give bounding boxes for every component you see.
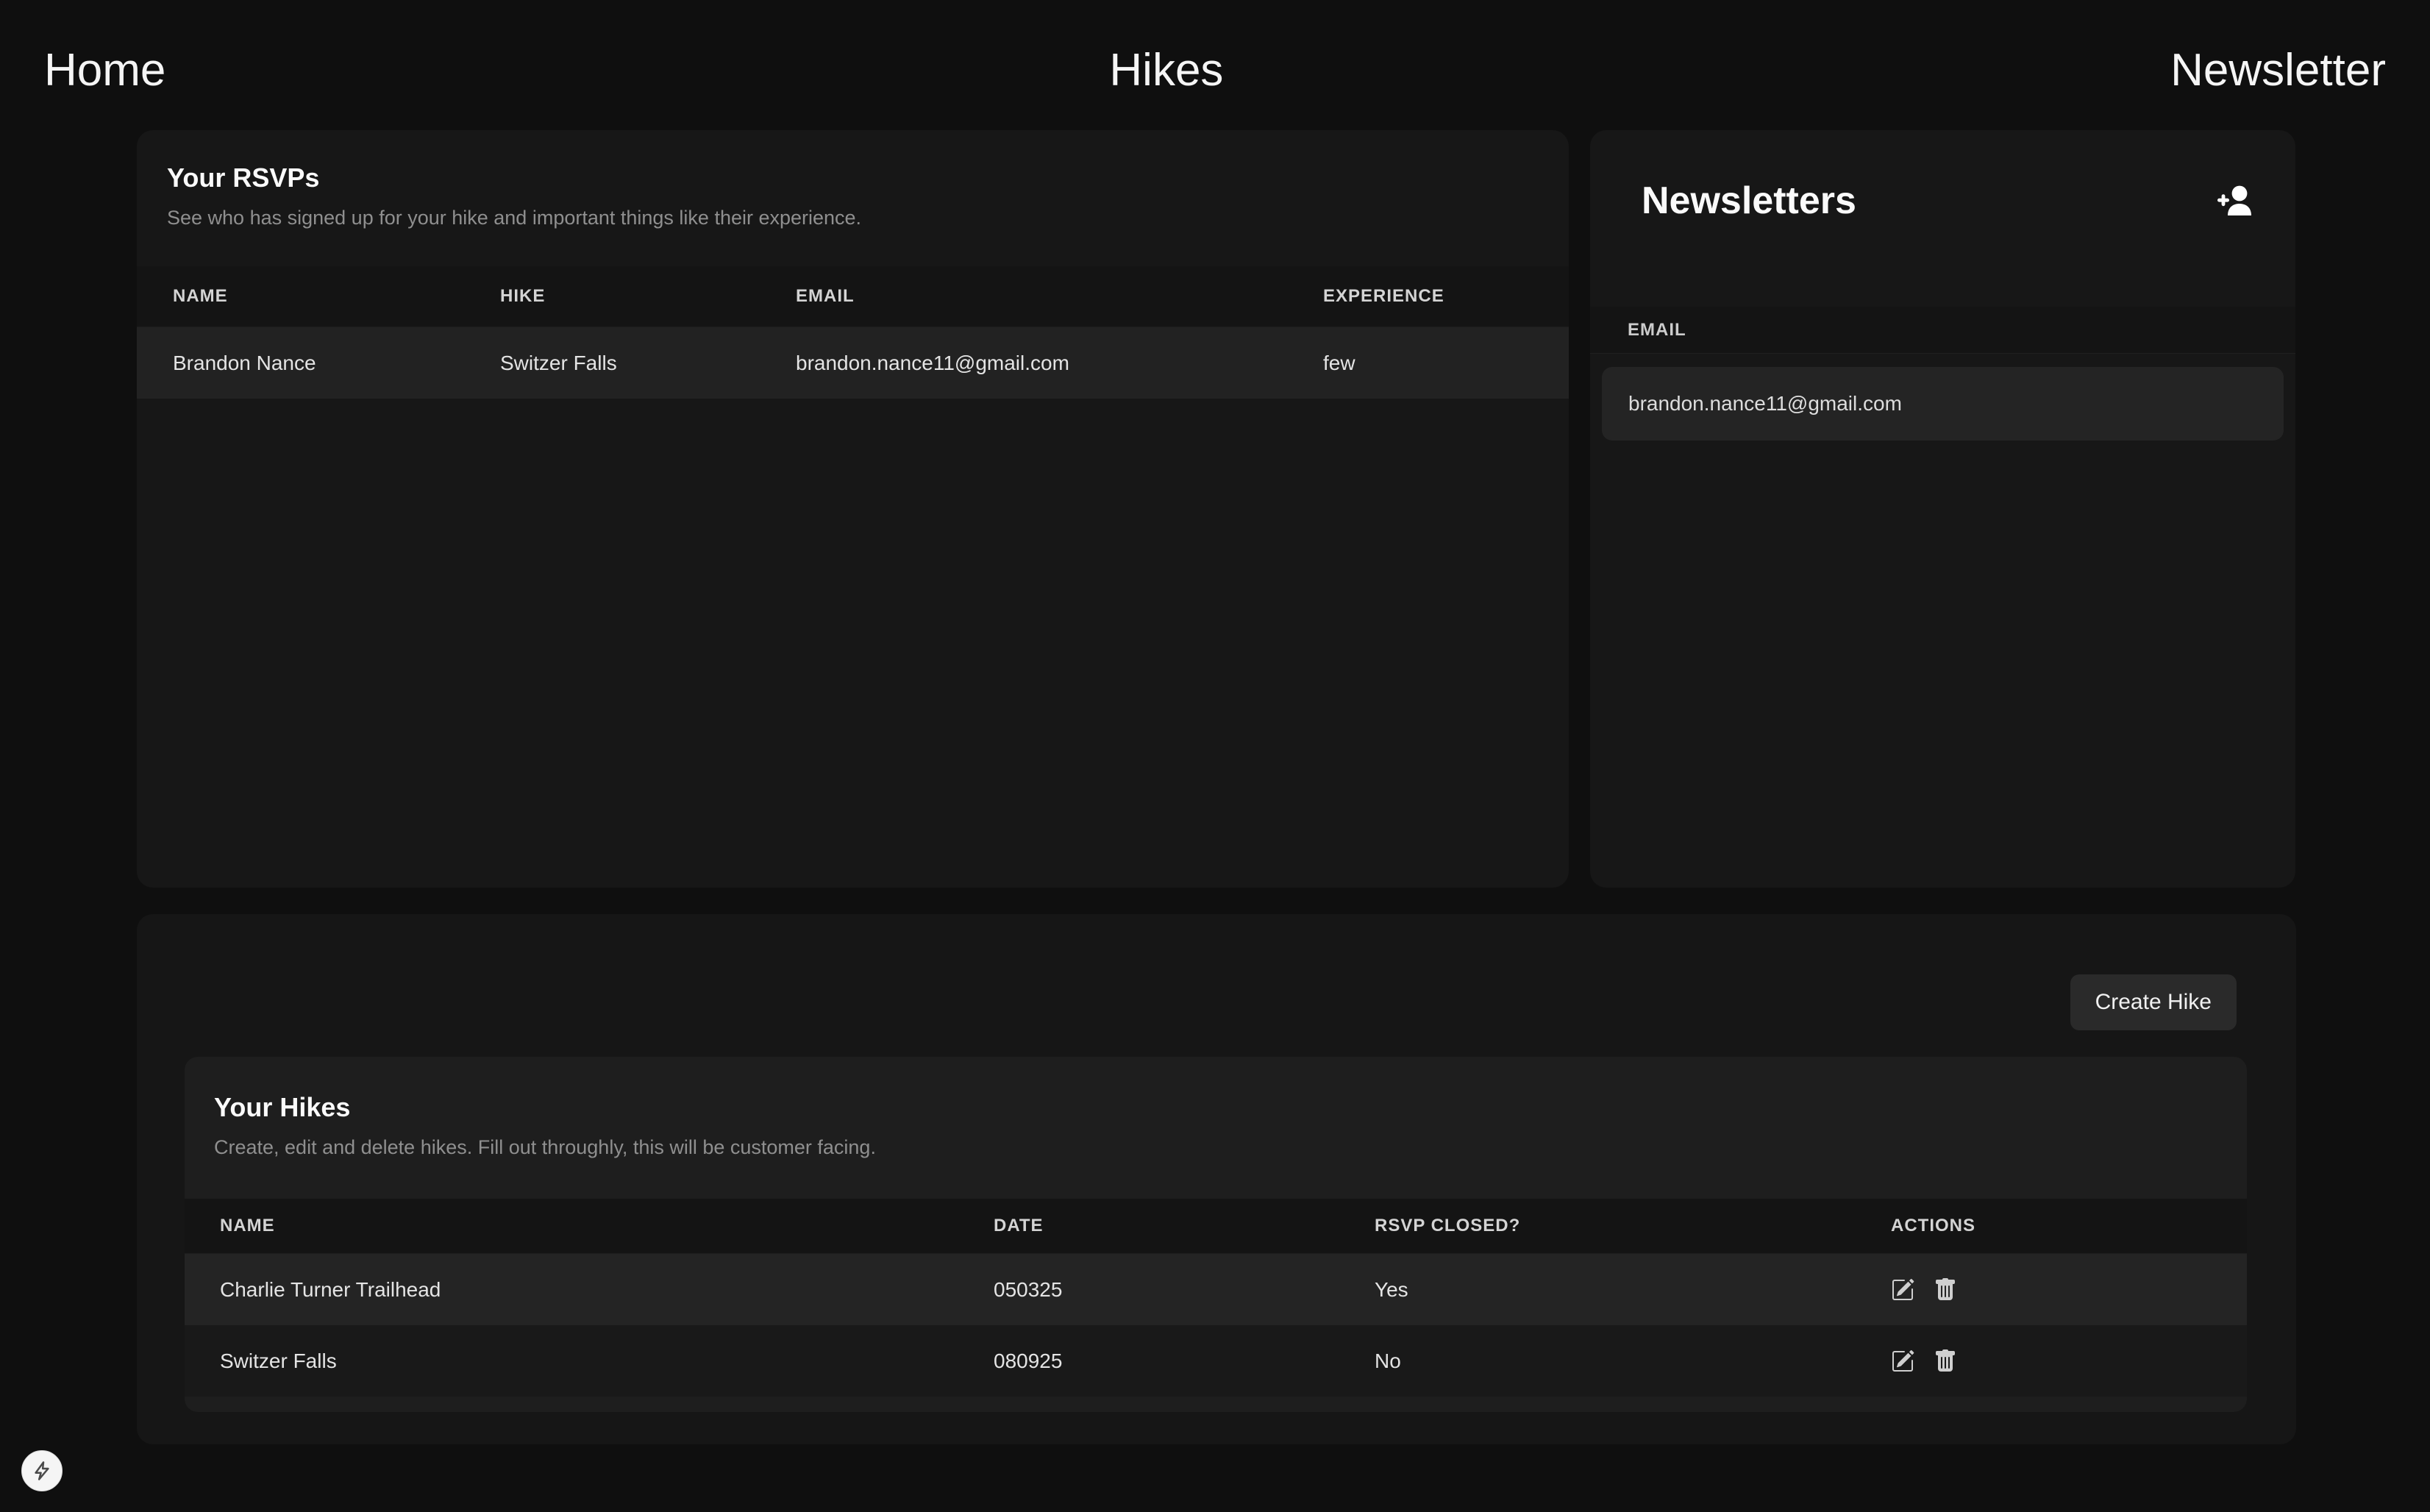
delete-hike-button[interactable] <box>1934 1349 1957 1373</box>
hike-table-row: Switzer Falls 080925 No <box>185 1325 2247 1397</box>
hike-rsvp-closed: Yes <box>1339 1278 1891 1302</box>
column-header-email: EMAIL <box>1628 320 1686 340</box>
hike-date: 080925 <box>958 1349 1339 1373</box>
hike-rsvp-closed: No <box>1339 1349 1891 1373</box>
nav-newsletter[interactable]: Newsletter <box>2170 44 2386 96</box>
hike-name: Switzer Falls <box>185 1349 958 1373</box>
newsletter-row: brandon.nance11@gmail.com <box>1602 367 2284 441</box>
edit-pencil-square-icon <box>1891 1349 1914 1373</box>
hikes-section: Create Hike Your Hikes Create, edit and … <box>137 914 2296 1444</box>
trash-icon <box>1934 1278 1957 1302</box>
hikes-card: Your Hikes Create, edit and delete hikes… <box>185 1057 2247 1412</box>
column-header-name: NAME <box>137 286 464 307</box>
nav-home[interactable]: Home <box>44 44 165 96</box>
rsvps-table-header: NAME HIKE EMAIL EXPERIENCE <box>137 266 1569 327</box>
hikes-table-header: NAME DATE RSVP CLOSED? ACTIONS <box>185 1199 2247 1254</box>
column-header-hike: HIKE <box>464 286 760 307</box>
rsvps-title: Your RSVPs <box>167 161 1539 195</box>
newsletters-table-header: EMAIL <box>1590 307 2295 354</box>
newsletter-email: brandon.nance11@gmail.com <box>1628 392 1902 416</box>
column-header-name: NAME <box>185 1216 958 1236</box>
hike-table-row: Charlie Turner Trailhead 050325 Yes <box>185 1254 2247 1325</box>
nav-hikes[interactable]: Hikes <box>1109 44 1223 96</box>
hikes-title: Your Hikes <box>214 1091 2217 1124</box>
newsletters-panel: Newsletters EMAIL brandon.nance11@gmail.… <box>1590 130 2295 888</box>
edit-pencil-square-icon <box>1891 1278 1914 1302</box>
column-header-actions: ACTIONS <box>1891 1216 2247 1236</box>
rsvp-email: brandon.nance11@gmail.com <box>760 352 1287 375</box>
column-header-date: DATE <box>958 1216 1339 1236</box>
hike-name: Charlie Turner Trailhead <box>185 1278 958 1302</box>
column-header-experience: EXPERIENCE <box>1287 286 1569 307</box>
edit-hike-button[interactable] <box>1891 1278 1914 1302</box>
create-hike-button[interactable]: Create Hike <box>2070 974 2237 1030</box>
rsvps-subtitle: See who has signed up for your hike and … <box>167 204 1539 232</box>
rsvp-table-row: Brandon Nance Switzer Falls brandon.nanc… <box>137 327 1569 399</box>
column-header-email: EMAIL <box>760 286 1287 307</box>
person-plus-icon <box>2216 182 2254 220</box>
hike-date: 050325 <box>958 1278 1339 1302</box>
rsvps-table: NAME HIKE EMAIL EXPERIENCE Brandon Nance… <box>137 266 1569 399</box>
add-subscriber-button[interactable] <box>2216 182 2254 220</box>
rsvp-hike: Switzer Falls <box>464 352 760 375</box>
lightning-bolt-icon <box>31 1460 53 1482</box>
top-nav: Home Hikes Newsletter <box>0 0 2430 140</box>
trash-icon <box>1934 1349 1957 1373</box>
hikes-subtitle: Create, edit and delete hikes. Fill out … <box>214 1133 2217 1161</box>
delete-hike-button[interactable] <box>1934 1278 1957 1302</box>
rsvp-name: Brandon Nance <box>137 352 464 375</box>
edit-hike-button[interactable] <box>1891 1349 1914 1373</box>
hikes-table: NAME DATE RSVP CLOSED? ACTIONS Charlie T… <box>185 1199 2247 1397</box>
rsvp-experience: few <box>1287 352 1569 375</box>
bolt-badge[interactable] <box>21 1450 63 1491</box>
newsletters-title: Newsletters <box>1642 179 1856 223</box>
column-header-rsvp-closed: RSVP CLOSED? <box>1339 1216 1891 1236</box>
rsvps-card: Your RSVPs See who has signed up for you… <box>137 130 1569 888</box>
